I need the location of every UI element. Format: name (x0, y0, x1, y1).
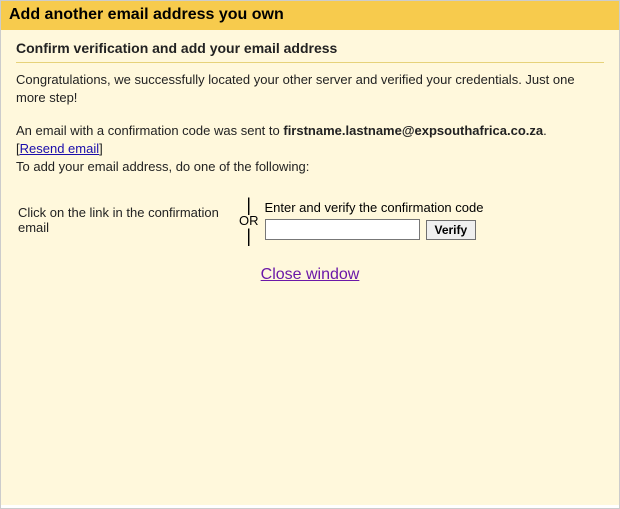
dialog-title: Add another email address you own (9, 6, 611, 24)
section-heading: Confirm verification and add your email … (16, 40, 604, 56)
options-row: Click on the link in the confirmation em… (18, 197, 602, 244)
enter-code-label: Enter and verify the confirmation code (265, 200, 603, 215)
dialog-titlebar: Add another email address you own (1, 1, 619, 30)
pipe-icon: | (246, 197, 251, 213)
sent-suffix: . (543, 123, 547, 138)
divider (16, 62, 604, 63)
or-divider: | OR | (239, 197, 259, 244)
pipe-icon: | (246, 228, 251, 244)
code-input-row: Verify (265, 219, 603, 240)
close-window-link[interactable]: Close window (261, 266, 360, 283)
congrats-text: Congratulations, we successfully located… (16, 71, 604, 106)
sent-block: An email with a confirmation code was se… (16, 122, 604, 177)
resend-email-link[interactable]: Resend email (20, 141, 100, 156)
dialog-window: Add another email address you own Confir… (0, 0, 620, 509)
dialog-content: Confirm verification and add your email … (1, 30, 619, 505)
sent-prefix: An email with a confirmation code was se… (16, 123, 283, 138)
confirmation-code-input[interactable] (265, 219, 420, 240)
option-enter-code: Enter and verify the confirmation code V… (265, 200, 603, 240)
to-add-text: To add your email address, do one of the… (16, 159, 309, 174)
option-click-link: Click on the link in the confirmation em… (18, 205, 233, 235)
target-email: firstname.lastname@expsouthafrica.co.za (283, 123, 543, 138)
verify-button[interactable]: Verify (426, 220, 477, 240)
close-row: Close window (16, 266, 604, 284)
